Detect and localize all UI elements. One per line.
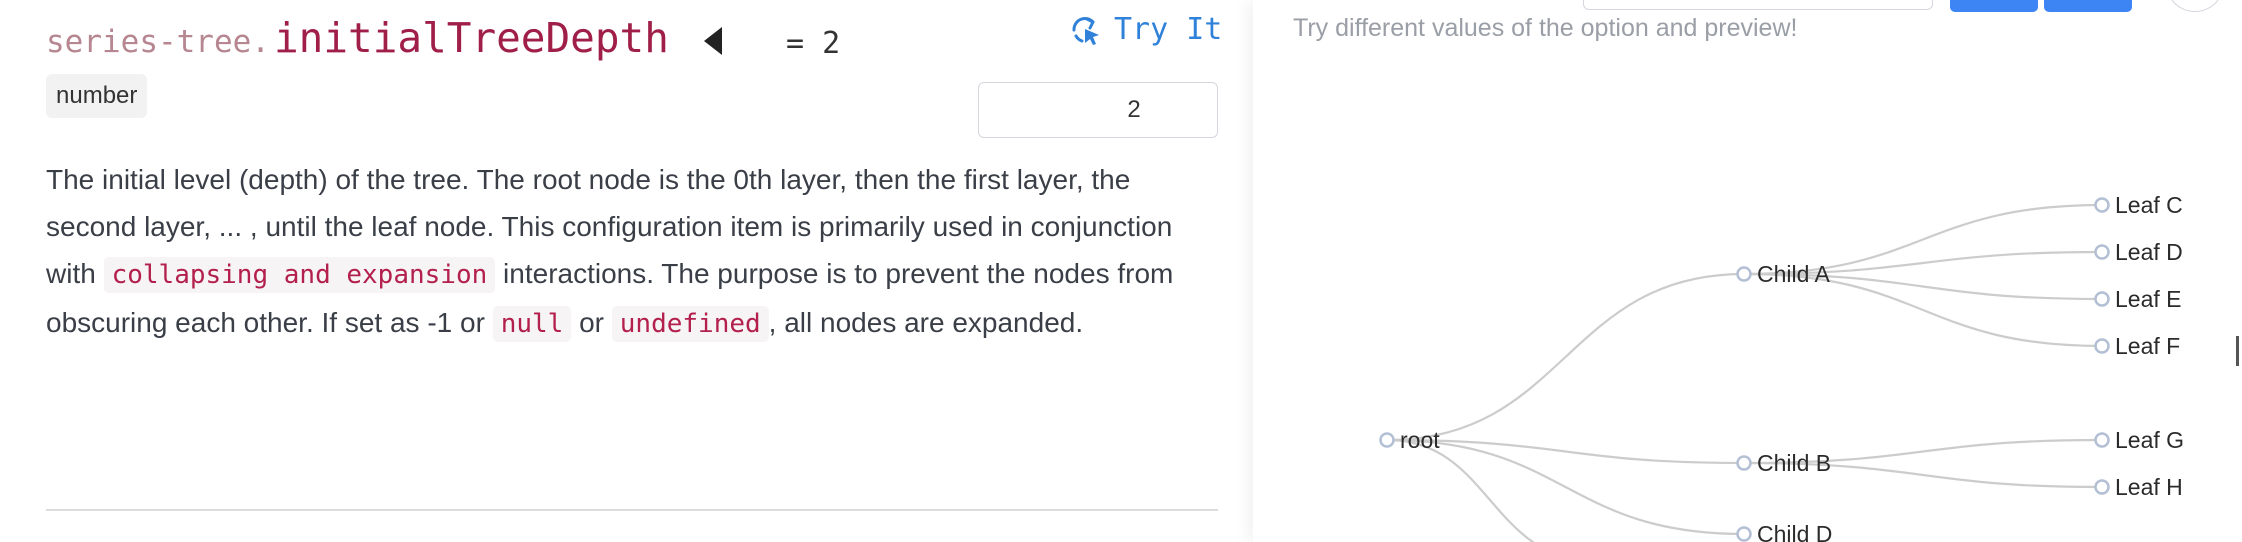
description-text: , all nodes are expanded.: [768, 307, 1084, 338]
child-label: Child A: [1757, 261, 1831, 287]
root-label: root: [1400, 427, 1440, 453]
caret-left-icon[interactable]: [704, 27, 722, 55]
child-label: Child B: [1757, 450, 1831, 476]
stepper-input[interactable]: [979, 83, 1289, 137]
try-it-label: Try It: [1114, 12, 1223, 47]
value-stepper[interactable]: [978, 82, 1306, 138]
tree-chart[interactable]: Leaf C Leaf D Leaf E Leaf F Child A Leaf G Lea…: [1253, 0, 2242, 542]
tree-nodes: Leaf C Leaf D Leaf E Leaf F Child A Leaf G Lea…: [1379, 192, 2184, 542]
option-name: initialTreeDepth: [273, 14, 669, 62]
type-badge: number: [46, 74, 148, 118]
try-it-button[interactable]: Try It: [1068, 12, 1222, 47]
child-node[interactable]: [1736, 526, 1752, 542]
option-description: The initial level (depth) of the tree. T…: [46, 156, 1226, 348]
root-node[interactable]: [1379, 432, 1395, 448]
leaf-label: Leaf H: [2115, 474, 2183, 500]
refresh-cursor-icon: [1072, 16, 1099, 45]
code-collapsing-expansion: collapsing and expansion: [103, 257, 496, 293]
leaf-label: Leaf G: [2115, 427, 2184, 453]
child-node[interactable]: [1736, 266, 1752, 282]
description-text: or: [571, 307, 612, 338]
leaf-node[interactable]: [2094, 338, 2110, 354]
tree-link: [1386, 438, 1536, 542]
tree-links: [1386, 203, 2103, 542]
default-value: = 2: [786, 26, 841, 61]
leaf-label: Leaf F: [2115, 333, 2180, 359]
option-doc-panel: series-tree. initialTreeDepth = 2 Try It…: [0, 0, 1306, 542]
code-null: null: [492, 306, 572, 342]
leaf-node[interactable]: [2094, 197, 2110, 213]
option-path-prefix: series-tree.: [46, 24, 270, 60]
leaf-node[interactable]: [2094, 479, 2110, 495]
preview-panel: Try different values of the option and p…: [1253, 0, 2242, 542]
leaf-node[interactable]: [2094, 432, 2110, 448]
option-title: series-tree. initialTreeDepth: [46, 14, 669, 74]
code-undefined: undefined: [611, 306, 769, 342]
leaf-node[interactable]: [2094, 291, 2110, 307]
leaf-node[interactable]: [2094, 244, 2110, 260]
child-label: Child D: [1757, 521, 1832, 542]
scrollbar-handle[interactable]: [2236, 336, 2239, 366]
leaf-label: Leaf E: [2115, 286, 2182, 312]
leaf-label: Leaf D: [2115, 239, 2183, 265]
section-divider: [46, 509, 1218, 511]
child-node[interactable]: [1736, 455, 1752, 471]
tree-link: [1386, 272, 1745, 442]
leaf-label: Leaf C: [2115, 192, 2183, 218]
